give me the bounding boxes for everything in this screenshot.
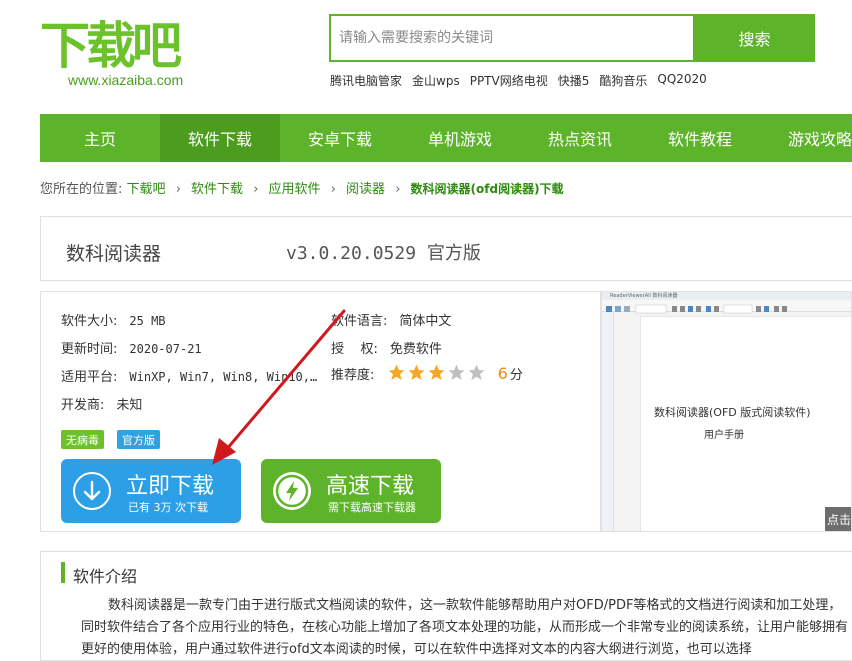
- breadcrumb-separator: ›: [253, 182, 259, 197]
- info-value: 未知: [116, 398, 143, 413]
- info-value: 免费软件: [389, 342, 442, 357]
- star-empty-icon: [468, 364, 484, 381]
- tag-official: 官方版: [117, 430, 160, 449]
- star-filled-icon: [428, 364, 444, 381]
- search-box: [329, 14, 695, 62]
- download-arrow-icon: [73, 472, 111, 510]
- main-nav: 主页 软件下载 安卓下载 单机游戏 热点资讯 软件教程 游戏攻略: [40, 114, 852, 162]
- nav-item-game-guides[interactable]: 游戏攻略: [760, 114, 852, 162]
- hot-link[interactable]: PPTV网络电视: [470, 72, 548, 89]
- hot-search-links: 腾讯电脑管家 金山wps PPTV网络电视 快播5 酷狗音乐 QQ2020: [330, 72, 707, 89]
- rating-score: 6: [497, 364, 508, 383]
- hot-link[interactable]: 酷狗音乐: [599, 72, 647, 89]
- download-count: 已有 3万 次下载: [128, 501, 208, 514]
- download-now-label: 立即下载: [126, 474, 215, 499]
- breadcrumb-link[interactable]: 下载吧: [127, 182, 166, 197]
- search-input[interactable]: [331, 16, 693, 60]
- star-filled-icon: [388, 364, 404, 381]
- info-label: 开发商:: [61, 398, 105, 413]
- info-update-time: 更新时间: 2020-07-21: [61, 338, 202, 357]
- software-name: 数科阅读器: [66, 243, 162, 265]
- info-platform: 适用平台: WinXP, Win7, Win8, Win10,…: [61, 366, 317, 385]
- nav-item-pc-games[interactable]: 单机游戏: [400, 114, 520, 162]
- info-label: 软件大小:: [61, 314, 118, 329]
- hot-link[interactable]: 快播5: [558, 72, 590, 89]
- breadcrumb: 您所在的位置: 下载吧 › 软件下载 › 应用软件 › 阅读器 › 数科阅读器(…: [40, 178, 564, 197]
- star-filled-icon: [408, 364, 424, 381]
- fast-download-button[interactable]: 高速下载 需下载高速下载器: [261, 459, 441, 523]
- screenshot-preview[interactable]: ReaderViewerAll 数科阅读器 数科阅读器(OFD 版式阅读软件) …: [601, 291, 852, 532]
- preview-document-page: [640, 316, 851, 531]
- logo-wordmark: 下载吧: [40, 17, 182, 75]
- breadcrumb-link[interactable]: 阅读器: [346, 182, 385, 197]
- rating-unit: 分: [509, 368, 523, 383]
- info-size: 软件大小: 25 MB: [61, 310, 166, 329]
- software-title-box: 数科阅读器 v3.0.20.0529 官方版: [40, 216, 852, 281]
- intro-heading: 软件介绍: [73, 567, 138, 586]
- info-label: 授 权:: [331, 342, 378, 357]
- hot-link[interactable]: 金山wps: [412, 72, 460, 89]
- breadcrumb-current[interactable]: 数科阅读器(ofd阅读器)下载: [411, 182, 564, 196]
- preview-window-title: ReaderViewerAll 数科阅读器: [602, 292, 851, 300]
- software-version: v3.0.20.0529 官方版: [286, 243, 481, 264]
- nav-item-hot-news[interactable]: 热点资讯: [520, 114, 640, 162]
- info-language: 软件语言: 简体中文: [331, 310, 451, 329]
- intro-text: 数科阅读器是一款专门由于进行版式文档阅读的软件，这一款软件能够帮助用户对OFD/…: [81, 598, 849, 657]
- info-value: WinXP, Win7, Win8, Win10,…: [129, 370, 318, 384]
- nav-item-tutorials[interactable]: 软件教程: [640, 114, 760, 162]
- info-value: 简体中文: [399, 314, 452, 329]
- preview-click-hint[interactable]: 点击: [825, 507, 851, 531]
- fast-download-note: 需下载高速下载器: [328, 501, 416, 514]
- nav-item-android-download[interactable]: 安卓下载: [280, 114, 400, 162]
- search-button[interactable]: 搜索: [694, 14, 815, 62]
- breadcrumb-separator: ›: [175, 182, 181, 197]
- lightning-icon: [273, 472, 311, 510]
- preview-sidebar: [602, 312, 614, 531]
- fast-download-label: 高速下载: [326, 474, 415, 499]
- info-value: 2020-07-21: [129, 342, 202, 356]
- preview-doc-title: 数科阅读器(OFD 版式阅读软件): [654, 406, 811, 419]
- info-license: 授 权: 免费软件: [331, 338, 442, 357]
- info-developer: 开发商: 未知: [61, 394, 142, 413]
- section-accent-bar: [61, 562, 65, 583]
- download-now-button[interactable]: 立即下载 已有 3万 次下载: [61, 459, 241, 523]
- nav-item-home[interactable]: 主页: [40, 114, 160, 162]
- site-logo[interactable]: 下载吧 www.xiazaiba.com: [40, 18, 210, 90]
- info-label: 推荐度:: [331, 368, 375, 383]
- logo-url: www.xiazaiba.com: [68, 72, 184, 88]
- star-empty-icon: [448, 364, 464, 381]
- nav-item-software-download[interactable]: 软件下载: [160, 114, 280, 162]
- info-label: 适用平台:: [61, 370, 118, 385]
- breadcrumb-link[interactable]: 软件下载: [191, 182, 243, 197]
- preview-toolbar: [602, 300, 851, 314]
- hot-link[interactable]: QQ2020: [657, 72, 706, 89]
- info-label: 更新时间:: [61, 342, 118, 357]
- software-intro-section: 软件介绍 数科阅读器是一款专门由于进行版式文档阅读的软件，这一款软件能够帮助用户…: [40, 551, 852, 661]
- breadcrumb-separator: ›: [330, 182, 336, 197]
- hot-link[interactable]: 腾讯电脑管家: [330, 72, 402, 89]
- breadcrumb-link[interactable]: 应用软件: [269, 182, 321, 197]
- rating-stars: [387, 363, 486, 382]
- info-rating: 推荐度: 6分: [331, 363, 523, 383]
- preview-doc-subtitle: 用户手册: [704, 430, 744, 441]
- breadcrumb-prefix: 您所在的位置:: [40, 182, 123, 197]
- breadcrumb-separator: ›: [395, 182, 401, 197]
- info-value: 25 MB: [129, 314, 166, 328]
- tag-virus-free: 无病毒: [61, 430, 104, 449]
- info-label: 软件语言:: [331, 314, 388, 329]
